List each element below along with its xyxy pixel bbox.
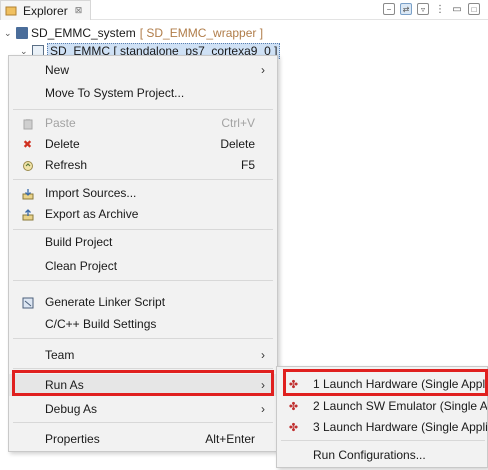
menu-item-generate-linker-script[interactable]: Generate Linker Script [9, 291, 277, 313]
menu-separator [13, 280, 273, 281]
launch-app-icon: ✤ [288, 422, 299, 434]
menu-item-paste[interactable]: Paste Ctrl+V [9, 112, 277, 134]
launch-app-icon: ✤ [288, 401, 299, 413]
menu-item-team[interactable]: Team › [9, 344, 277, 366]
menu-item-new[interactable]: New › [9, 59, 277, 81]
import-icon [21, 187, 34, 200]
maximize-icon[interactable]: □ [468, 3, 480, 15]
menu-item-build-settings[interactable]: C/C++ Build Settings [9, 313, 277, 335]
tree-item-system[interactable]: ⌄ SD_EMMC_system [ SD_EMMC_wrapper ] [0, 24, 488, 42]
menu-item-delete[interactable]: ✖ Delete Delete [9, 133, 277, 155]
export-icon [21, 208, 34, 221]
menu-item-build-project[interactable]: Build Project [9, 231, 277, 253]
explorer-view-header: Explorer ⊠ − ⇄ ▿ ⋮ ▭ □ [0, 0, 488, 20]
tab-explorer[interactable]: Explorer ⊠ [0, 0, 92, 20]
paste-icon [21, 117, 34, 130]
launch-hardware-highlight-box [283, 369, 488, 396]
menu-separator [13, 338, 273, 339]
collapse-all-icon[interactable]: − [383, 3, 395, 15]
system-project-icon [16, 27, 28, 39]
system-project-decoration: [ SD_EMMC_wrapper ] [139, 26, 264, 40]
view-menu-icon[interactable]: ⋮ [434, 3, 446, 15]
menu-item-refresh[interactable]: Refresh F5 [9, 154, 277, 176]
menu-separator [13, 368, 273, 369]
menu-separator [13, 109, 273, 110]
menu-separator [13, 422, 273, 423]
refresh-icon [21, 159, 34, 172]
submenu-arrow-icon: › [261, 348, 265, 362]
filter-icon[interactable]: ▿ [417, 3, 429, 15]
submenu-item-launch-sw-emulator[interactable]: ✤ 2 Launch SW Emulator (Single Applicati… [277, 395, 487, 417]
delete-icon: ✖ [22, 139, 33, 151]
run-as-highlight-box [12, 370, 274, 396]
linker-script-icon [21, 296, 34, 309]
menu-item-debug-as[interactable]: Debug As › [9, 398, 277, 420]
expand-chevron-icon[interactable]: ⌄ [4, 28, 14, 39]
explorer-icon [5, 5, 17, 17]
view-toolbar: − ⇄ ▿ ⋮ ▭ □ [383, 3, 480, 15]
menu-separator [281, 440, 485, 441]
system-project-label: SD_EMMC_system [31, 26, 136, 40]
close-tab-icon[interactable]: ⊠ [75, 5, 83, 16]
menu-item-properties[interactable]: Properties Alt+Enter [9, 428, 277, 450]
menu-item-clean-project[interactable]: Clean Project [9, 255, 277, 277]
menu-item-export-as-archive[interactable]: Export as Archive [9, 203, 277, 225]
submenu-item-launch-hardware-gdb[interactable]: ✤ 3 Launch Hardware (Single Application … [277, 416, 487, 438]
submenu-item-run-configurations[interactable]: Run Configurations... [277, 444, 487, 466]
minimize-icon[interactable]: ▭ [451, 3, 463, 15]
submenu-arrow-icon: › [261, 402, 265, 416]
menu-item-import-sources[interactable]: Import Sources... [9, 182, 277, 204]
submenu-arrow-icon: › [261, 63, 265, 77]
menu-separator [13, 179, 273, 180]
link-with-editor-icon[interactable]: ⇄ [400, 3, 412, 15]
tab-explorer-label: Explorer [23, 3, 68, 18]
menu-item-move-to-system-project[interactable]: Move To System Project... [9, 82, 277, 104]
menu-separator [13, 229, 273, 230]
